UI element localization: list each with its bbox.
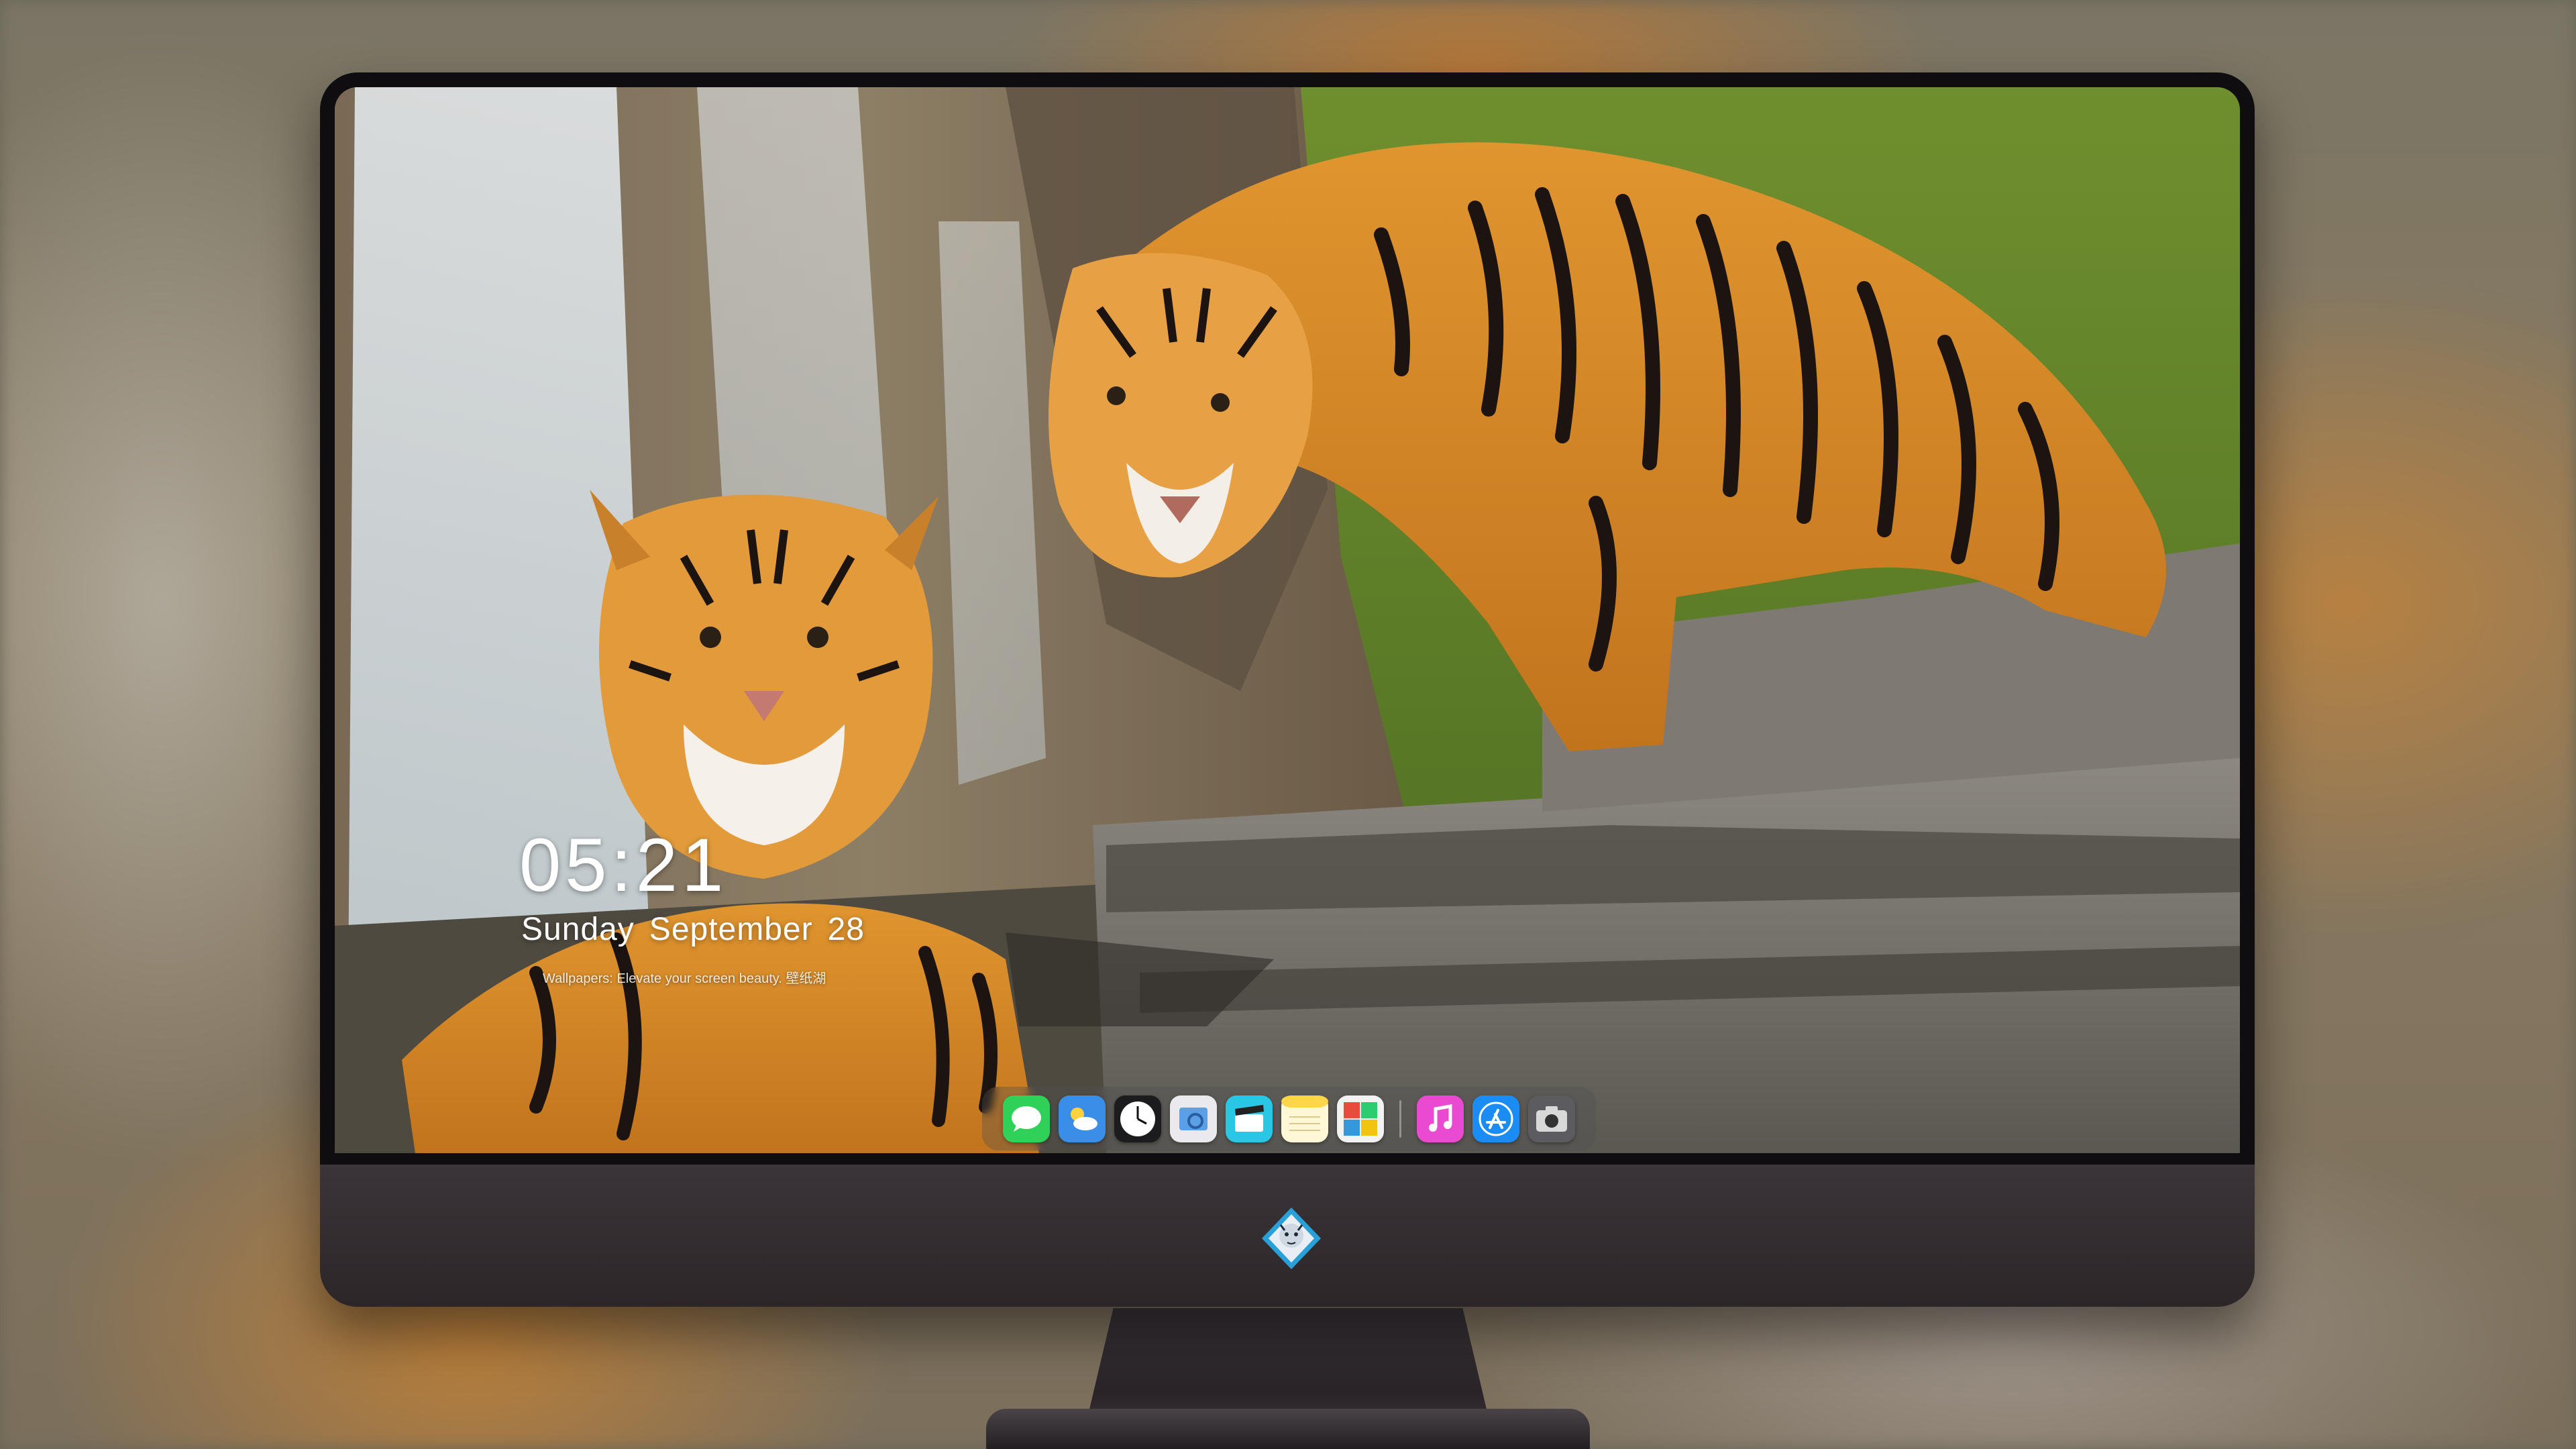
monitor-stand-base xyxy=(986,1409,1590,1449)
tiger-wallpaper xyxy=(335,87,2240,1153)
clock-icon[interactable] xyxy=(1114,1095,1161,1142)
preview-icon[interactable] xyxy=(1170,1095,1217,1142)
lock-clock: 05:21 xyxy=(519,823,728,907)
lock-date-month: September xyxy=(649,912,813,947)
notes-icon[interactable] xyxy=(1281,1095,1328,1142)
app-store-icon[interactable] xyxy=(1472,1095,1519,1142)
camera-icon[interactable] xyxy=(1528,1095,1575,1142)
lock-date-weekday: Sunday xyxy=(521,912,635,947)
clips-icon[interactable] xyxy=(1226,1095,1273,1142)
monitor: 05:21 Sunday September 28 Wallpapers: Elev… xyxy=(320,72,2255,1307)
weather-icon[interactable] xyxy=(1059,1095,1106,1142)
lock-date-day: 28 xyxy=(827,912,865,947)
messages-icon[interactable] xyxy=(1003,1095,1050,1142)
screen: 05:21 Sunday September 28 Wallpapers: Elev… xyxy=(335,87,2240,1153)
monitor-chin xyxy=(320,1165,2255,1307)
music-icon[interactable] xyxy=(1417,1095,1464,1142)
tiger-mascot-logo-icon xyxy=(1262,1208,1321,1269)
dock xyxy=(982,1087,1596,1150)
photo-booth-icon[interactable] xyxy=(1337,1095,1384,1142)
dock-separator xyxy=(1399,1099,1401,1138)
lock-tagline: Wallpapers: Elevate your screen beauty. … xyxy=(543,971,826,986)
lock-date: Sunday September 28 xyxy=(521,911,879,948)
